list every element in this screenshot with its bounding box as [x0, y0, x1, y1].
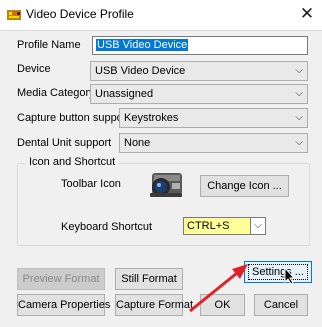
device-label: Device — [17, 63, 51, 75]
media-category-label: Media Category — [17, 87, 95, 99]
change-icon-button[interactable]: Change Icon ... — [200, 175, 289, 197]
profile-name-input[interactable]: USB Video Device — [92, 36, 308, 55]
icon-shortcut-group-title: Icon and Shortcut — [26, 156, 119, 168]
cancel-button[interactable]: Cancel — [254, 294, 308, 316]
annotation-arrow-icon — [189, 264, 248, 313]
device-select[interactable]: USB Video Device ⌵ — [90, 61, 308, 81]
preview-format-button[interactable]: Preview Format — [17, 268, 105, 290]
app-icon — [7, 10, 21, 20]
capture-format-button[interactable]: Capture Format — [115, 294, 193, 316]
camera-icon — [150, 173, 182, 197]
camera-properties-button[interactable]: Camera Properties — [17, 294, 110, 316]
chevron-down-icon: ⌵ — [295, 137, 303, 148]
keyboard-shortcut-label: Keyboard Shortcut — [61, 221, 153, 233]
dental-unit-support-value: None — [124, 137, 151, 149]
media-category-select[interactable]: Unassigned ⌵ — [90, 84, 308, 104]
chevron-down-icon[interactable]: ⌵ — [250, 217, 266, 235]
still-format-button[interactable]: Still Format — [115, 268, 183, 290]
profile-name-label: Profile Name — [17, 39, 81, 51]
capture-button-support-select[interactable]: Keystrokes ⌵ — [119, 108, 308, 128]
chevron-down-icon: ⌵ — [295, 88, 303, 99]
toolbar-icon-label: Toolbar Icon — [61, 178, 121, 190]
keyboard-shortcut-input[interactable]: CTRL+S — [183, 217, 251, 235]
chevron-down-icon: ⌵ — [295, 112, 303, 123]
media-category-value: Unassigned — [95, 88, 154, 100]
close-icon[interactable]: ✕ — [296, 3, 318, 25]
device-value: USB Video Device — [95, 65, 186, 77]
capture-button-support-label: Capture button support — [17, 112, 130, 124]
capture-button-support-value: Keystrokes — [124, 112, 179, 124]
profile-name-value: USB Video Device — [96, 39, 189, 51]
dental-unit-support-select[interactable]: None ⌵ — [119, 133, 308, 153]
window-title: Video Device Profile — [26, 7, 134, 21]
dental-unit-support-label: Dental Unit support — [17, 137, 112, 149]
settings-button-label: Settings ... — [248, 264, 308, 280]
chevron-down-icon: ⌵ — [295, 65, 303, 76]
cursor-icon — [284, 267, 296, 285]
